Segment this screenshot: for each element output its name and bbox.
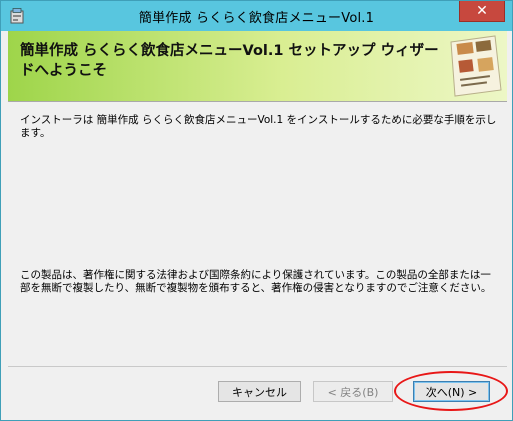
menu-booklet-image — [450, 35, 502, 97]
wizard-banner: 簡単作成 らくらく飲食店メニューVol.1 セットアップ ウィザードへようこそ — [8, 31, 507, 101]
footer-divider — [8, 366, 507, 367]
copyright-notice: この製品は、著作権に関する法律および国際条約により保護されています。この製品の全… — [20, 269, 492, 294]
banner-title: 簡単作成 らくらく飲食店メニューVol.1 セットアップ ウィザードへようこそ — [20, 43, 439, 79]
close-button[interactable]: ✕ — [459, 1, 505, 22]
setup-wizard-window: 簡単作成 らくらく飲食店メニューVol.1 ✕ 簡単作成 らくらく飲食店メニュー… — [0, 0, 513, 421]
cancel-button[interactable]: キャンセル — [218, 381, 301, 402]
wizard-content: インストーラは 簡単作成 らくらく飲食店メニューVol.1 をインストールするた… — [8, 102, 507, 362]
close-icon: ✕ — [476, 3, 488, 19]
back-button[interactable]: < 戻る(B) — [313, 381, 393, 402]
title-bar[interactable]: 簡単作成 らくらく飲食店メニューVol.1 ✕ — [1, 1, 512, 31]
highlight-annotation — [394, 371, 508, 411]
installer-description: インストーラは 簡単作成 らくらく飲食店メニューVol.1 をインストールするた… — [20, 114, 497, 139]
window-title: 簡単作成 らくらく飲食店メニューVol.1 — [138, 11, 375, 26]
